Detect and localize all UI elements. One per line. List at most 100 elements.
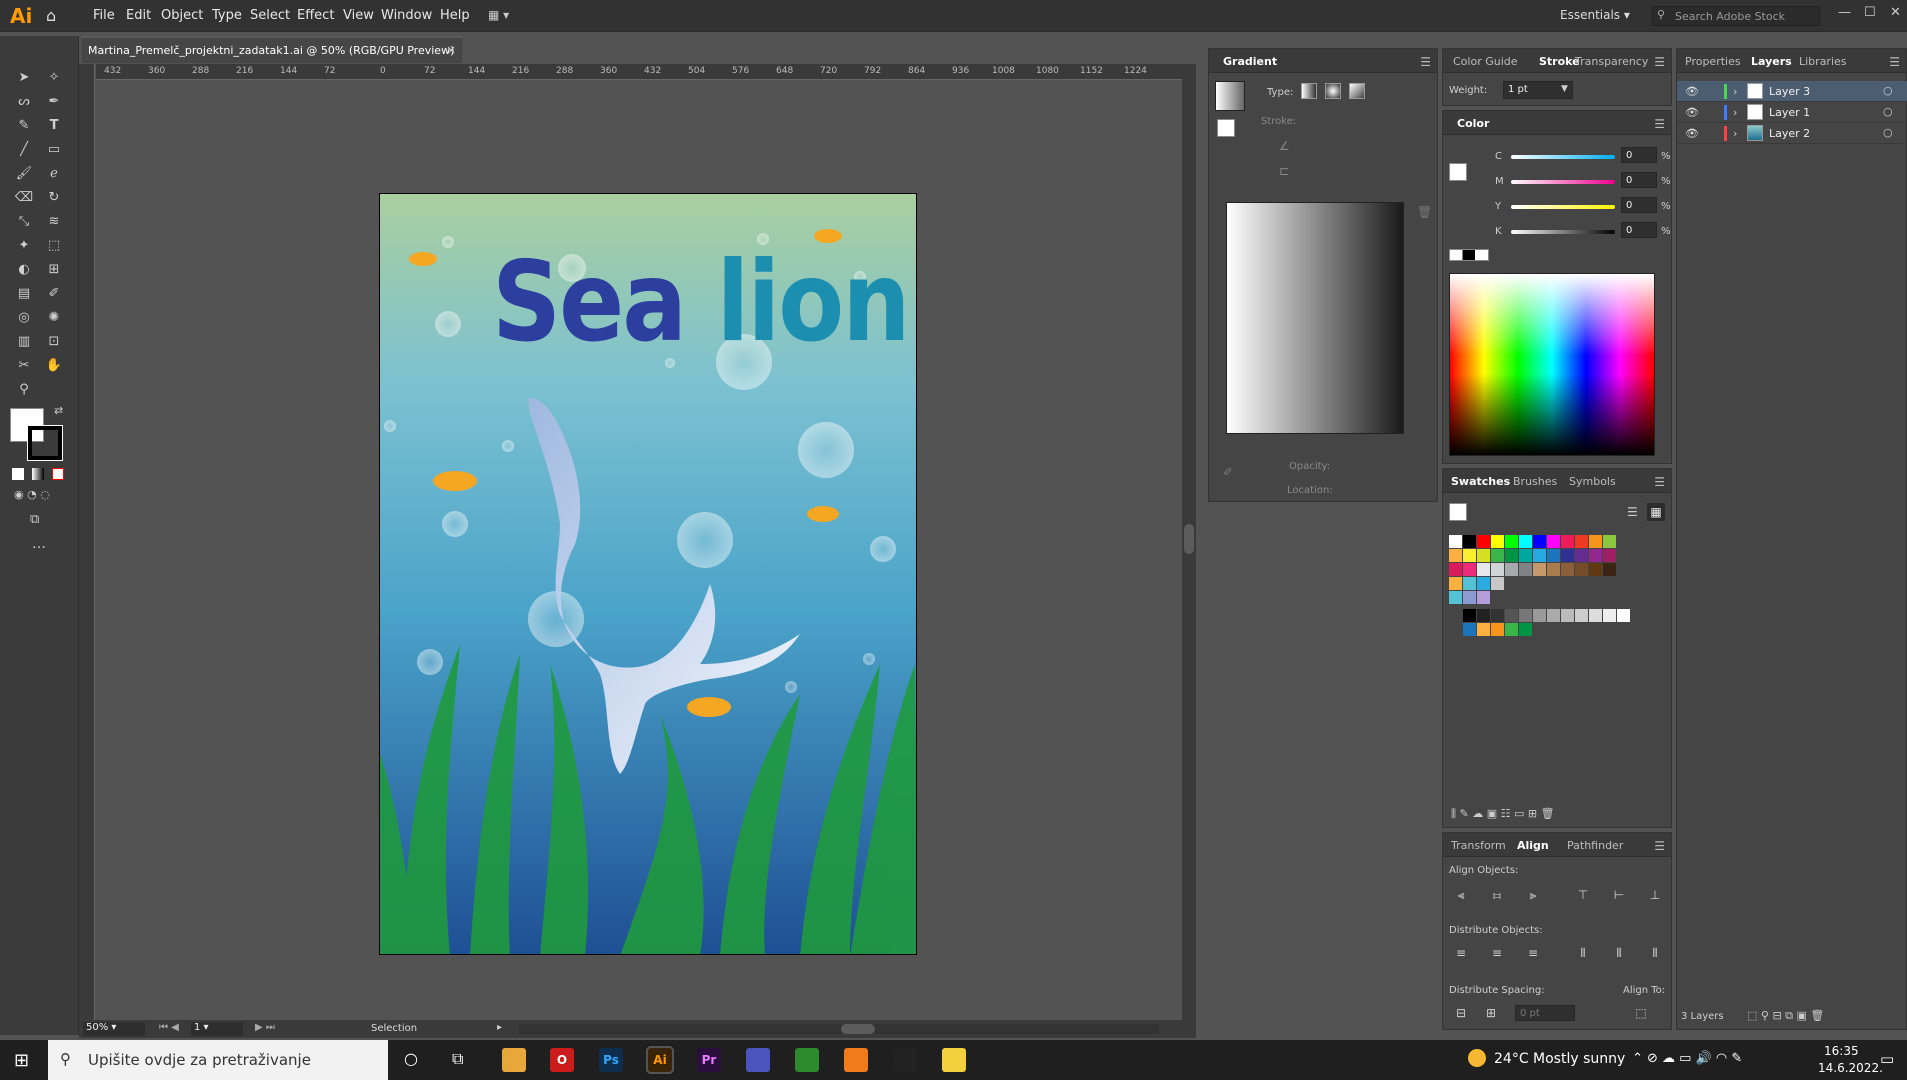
tray-icons[interactable]: ⌃ ⊘ ☁ ▭ 🔊 ◠ ✎: [1632, 1051, 1742, 1066]
menu-object[interactable]: Object: [161, 8, 203, 23]
color-swatch[interactable]: [1491, 623, 1504, 636]
radial-gradient-button[interactable]: [1325, 83, 1341, 99]
tab-swatches[interactable]: Swatches: [1451, 475, 1510, 488]
color-swatch[interactable]: [1561, 609, 1574, 622]
color-swatch[interactable]: [1589, 563, 1602, 576]
close-document-icon[interactable]: ×: [446, 43, 456, 57]
color-swatch[interactable]: [1449, 577, 1462, 590]
panel-menu-icon[interactable]: ☰: [1654, 55, 1665, 69]
premiere-icon[interactable]: Pr: [697, 1048, 721, 1072]
scroll-thumb[interactable]: [841, 1024, 875, 1034]
menu-type[interactable]: Type: [212, 8, 242, 23]
maximize-button[interactable]: ☐: [1864, 5, 1876, 20]
layer-row-1[interactable]: 👁 › Layer 1 ○: [1677, 102, 1907, 123]
color-swatch[interactable]: [1519, 549, 1532, 562]
align-top-icon[interactable]: ⊤: [1575, 887, 1591, 903]
document-tab[interactable]: Martina_Premelč_projektni_zadatak1.ai @ …: [82, 36, 462, 63]
linear-gradient-button[interactable]: [1301, 83, 1317, 99]
color-swatch[interactable]: [1491, 563, 1504, 576]
hand-tool-icon[interactable]: ✋: [44, 356, 64, 376]
color-swatch[interactable]: [1477, 577, 1490, 590]
swatch-library-icon[interactable]: ⫼ ✎ ☁ ▣ ☷ ▭ ⊞ 🗑: [1451, 807, 1555, 821]
color-swatch[interactable]: [1617, 609, 1630, 622]
notifications-icon[interactable]: ▭: [1880, 1050, 1894, 1068]
color-swatch[interactable]: [1603, 563, 1616, 576]
color-swatch[interactable]: [1547, 563, 1560, 576]
color-swatch[interactable]: [1547, 535, 1560, 548]
magenta-input[interactable]: 0: [1621, 172, 1657, 188]
list-view-icon[interactable]: ☰: [1627, 505, 1638, 519]
color-swatch[interactable]: [1505, 623, 1518, 636]
scroll-thumb[interactable]: [1184, 524, 1194, 554]
menu-view[interactable]: View: [343, 8, 374, 23]
color-swatch[interactable]: [1519, 563, 1532, 576]
tab-color-guide[interactable]: Color Guide: [1453, 55, 1518, 68]
clock-time[interactable]: 16:35: [1824, 1044, 1859, 1058]
line-tool-icon[interactable]: ╱: [14, 140, 34, 160]
tab-brushes[interactable]: Brushes: [1513, 475, 1557, 488]
color-swatch[interactable]: [1491, 577, 1504, 590]
tab-symbols[interactable]: Symbols: [1569, 475, 1616, 488]
align-vcenter-icon[interactable]: ⊢: [1611, 887, 1627, 903]
color-swatch[interactable]: [1477, 609, 1490, 622]
paintbrush-tool-icon[interactable]: 🖌: [14, 164, 34, 184]
chevron-right-icon[interactable]: ›: [1733, 85, 1737, 98]
black-input[interactable]: 0: [1621, 222, 1657, 238]
color-swatch[interactable]: [1533, 609, 1546, 622]
swap-fill-stroke-icon[interactable]: ⇄: [54, 404, 63, 417]
color-swatch[interactable]: [1505, 535, 1518, 548]
task-view-icon[interactable]: ⧉: [452, 1049, 463, 1069]
color-swatch[interactable]: [1561, 563, 1574, 576]
none-black-white-swatches[interactable]: [1449, 249, 1489, 261]
pen-tool-icon[interactable]: ✒: [44, 92, 64, 112]
target-circle-icon[interactable]: ○: [1883, 105, 1893, 118]
artboard-tool-icon[interactable]: ⊡: [44, 332, 64, 352]
black-slider[interactable]: [1511, 230, 1615, 234]
color-swatch[interactable]: [1449, 563, 1462, 576]
cortana-icon[interactable]: ○: [404, 1049, 418, 1068]
target-circle-icon[interactable]: ○: [1883, 84, 1893, 97]
gradient-preview-swatch[interactable]: [1215, 81, 1245, 111]
layer-row-2[interactable]: 👁 › Layer 2 ○: [1677, 123, 1907, 144]
warp-tool-icon[interactable]: ≋: [44, 212, 64, 232]
distribute-hcenter-icon[interactable]: ⦀: [1611, 945, 1627, 961]
color-swatch[interactable]: [1589, 535, 1602, 548]
none-mode-icon[interactable]: [52, 468, 64, 480]
horizontal-spacing-icon[interactable]: ⊞: [1483, 1005, 1499, 1021]
color-swatch[interactable]: [1575, 535, 1588, 548]
artboard-nav-next[interactable]: ▶ ⏭: [255, 1022, 275, 1033]
distribute-bottom-icon[interactable]: ≡: [1525, 945, 1541, 961]
magic-wand-icon[interactable]: ✧: [44, 68, 64, 88]
color-swatch[interactable]: [1477, 535, 1490, 548]
color-swatch[interactable]: [1449, 535, 1462, 548]
yellow-slider[interactable]: [1511, 205, 1615, 209]
color-swatch[interactable]: [1533, 563, 1546, 576]
menu-window[interactable]: Window: [381, 8, 432, 23]
trash-icon[interactable]: 🗑: [1417, 205, 1432, 219]
tab-transform[interactable]: Transform: [1451, 839, 1506, 852]
distribute-right-icon[interactable]: ⦀: [1647, 945, 1663, 961]
color-swatch[interactable]: [1463, 535, 1476, 548]
curvature-tool-icon[interactable]: ✎: [14, 116, 34, 136]
perspective-grid-icon[interactable]: ⊞: [44, 260, 64, 280]
color-swatch[interactable]: [1477, 623, 1490, 636]
workspace-switcher[interactable]: Essentials ▾: [1560, 8, 1630, 22]
color-swatch[interactable]: [1603, 549, 1616, 562]
horizontal-scrollbar[interactable]: [519, 1024, 1159, 1034]
freeform-gradient-button[interactable]: [1349, 83, 1365, 99]
target-circle-icon[interactable]: ○: [1883, 126, 1893, 139]
zoom-level-field[interactable]: 50% ▾: [83, 1022, 145, 1036]
color-swatch[interactable]: [1477, 591, 1490, 604]
color-swatch[interactable]: [1547, 609, 1560, 622]
stock-search-input[interactable]: Search Adobe Stock: [1652, 6, 1820, 26]
menu-file[interactable]: File: [93, 8, 115, 23]
visibility-eye-icon[interactable]: 👁: [1685, 106, 1699, 119]
align-to-selection-icon[interactable]: ⬚: [1633, 1005, 1649, 1021]
dots-app-icon[interactable]: [893, 1048, 917, 1072]
artboard-nav[interactable]: ⏮ ◀: [159, 1022, 179, 1033]
color-swatch[interactable]: [1463, 609, 1476, 622]
color-swatch[interactable]: [1463, 549, 1476, 562]
teams-icon[interactable]: [746, 1048, 770, 1072]
color-swatch[interactable]: [1449, 591, 1462, 604]
chevron-down-icon[interactable]: ▼: [1561, 84, 1568, 94]
